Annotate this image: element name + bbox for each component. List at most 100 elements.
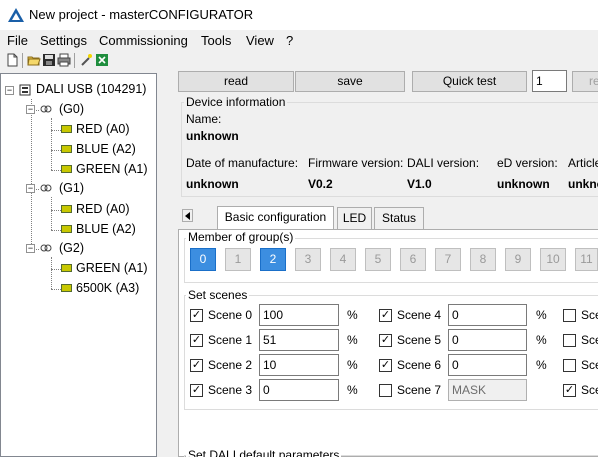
excel-icon[interactable] [95,53,109,67]
group-button-1[interactable]: 1 [225,248,251,271]
scene-10-checkbox[interactable] [563,359,576,372]
groups-legend: Member of group(s) [186,230,296,244]
collapse-toggle[interactable]: − [26,244,35,253]
scene-2-input[interactable]: 10 [259,354,339,376]
scene-3-input[interactable]: 0 [259,379,339,401]
read-button[interactable]: read [178,71,294,92]
group-button-0[interactable]: 0 [190,248,216,271]
tree-device-label[interactable]: GREEN (A1) [76,261,148,275]
quick-test-button[interactable]: Quick test [412,71,527,92]
scene-11-label: Sce [581,383,598,397]
tab-scroll-left[interactable] [182,209,193,222]
scene-4-input[interactable]: 0 [448,304,527,326]
save-disk-icon[interactable] [42,53,56,67]
tab-basic-configuration[interactable]: Basic configuration [217,206,334,230]
scene-5-input[interactable]: 0 [448,329,527,351]
scenes-legend: Set scenes [186,288,250,302]
scene-5-checkbox[interactable]: ✓ [379,334,392,347]
percent-unit: % [347,333,358,347]
group-button-9[interactable]: 9 [505,248,531,271]
dali-device-icon [61,225,72,233]
dali-defaults-legend: Set DALI default parameters [186,448,342,457]
dali-device-icon [61,125,72,133]
group-button-11[interactable]: 11 [575,248,598,271]
percent-unit: % [347,358,358,372]
dali-version-label: DALI version: [407,156,480,170]
dali-device-icon [61,145,72,153]
menu-view[interactable]: View [246,33,274,48]
group-button-8[interactable]: 8 [470,248,496,271]
tree-device-label[interactable]: GREEN (A1) [76,162,148,176]
name-value: unknown [186,129,239,143]
dali-version-value: V1.0 [407,177,432,191]
group-button-3[interactable]: 3 [295,248,321,271]
re-button[interactable]: re [572,71,598,92]
scene-8-checkbox[interactable] [563,309,576,322]
article-label: Article [568,156,598,170]
menu-file[interactable]: File [7,33,28,48]
count-input[interactable]: 1 [532,70,567,92]
tree-group-label[interactable]: (G0) [59,102,84,116]
arrow-left-icon [185,212,190,220]
collapse-toggle[interactable]: − [26,184,35,193]
new-file-icon[interactable] [5,53,19,67]
scene-3-label: Scene 3 [208,383,253,397]
scene-3-checkbox[interactable]: ✓ [190,384,203,397]
group-button-7[interactable]: 7 [435,248,461,271]
tree-group-label[interactable]: (G2) [59,241,84,255]
firmware-value: V0.2 [308,177,333,191]
scene-10-label: Sce [581,358,598,372]
scene-2-checkbox[interactable]: ✓ [190,359,203,372]
scene-0-checkbox[interactable]: ✓ [190,309,203,322]
scene-9-checkbox[interactable] [563,334,576,347]
group-button-4[interactable]: 4 [330,248,356,271]
scene-0-input[interactable]: 100 [259,304,339,326]
scene-6-label: Scene 6 [397,358,442,372]
scene-1-checkbox[interactable]: ✓ [190,334,203,347]
group-button-10[interactable]: 10 [540,248,566,271]
group-icon [40,105,52,113]
tree-device-label[interactable]: RED (A0) [76,122,129,136]
device-info-legend: Device information [184,95,288,109]
percent-unit: % [536,308,547,322]
save-button[interactable]: save [295,71,405,92]
scene-11-checkbox[interactable]: ✓ [563,384,576,397]
scene-1-label: Scene 1 [208,333,253,347]
scene-7-input[interactable]: MASK [448,379,527,401]
menu-tools[interactable]: Tools [201,33,231,48]
tab-led[interactable]: LED [337,207,372,229]
open-folder-icon[interactable] [27,53,41,67]
group-icon [40,184,52,192]
scene-7-checkbox[interactable] [379,384,392,397]
collapse-toggle[interactable]: − [5,86,14,95]
tab-status[interactable]: Status [374,207,424,229]
title-bar: New project - masterCONFIGURATOR [0,0,598,30]
scene-1-input[interactable]: 51 [259,329,339,351]
scene-6-input[interactable]: 0 [448,354,527,376]
ed-version-label: eD version: [497,156,558,170]
scene-2-label: Scene 2 [208,358,253,372]
scene-6-checkbox[interactable]: ✓ [379,359,392,372]
print-icon[interactable] [57,53,71,67]
tree-device-label[interactable]: BLUE (A2) [76,142,136,156]
wand-icon[interactable] [79,53,93,67]
name-label: Name: [186,112,222,126]
group-button-6[interactable]: 6 [400,248,426,271]
scene-4-checkbox[interactable]: ✓ [379,309,392,322]
scene-4-label: Scene 4 [397,308,442,322]
tree-group-label[interactable]: (G1) [59,181,84,195]
tree-device-label[interactable]: RED (A0) [76,202,129,216]
scene-0-label: Scene 0 [208,308,253,322]
group-button-2[interactable]: 2 [260,248,286,271]
tree-device-label[interactable]: BLUE (A2) [76,222,136,236]
device-tree[interactable]: − DALI USB (104291) − (G0) RED (A0) BLUE… [0,73,157,457]
menu-help[interactable]: ? [286,33,293,48]
scene-8-label: Sce [581,308,598,322]
group-button-5[interactable]: 5 [365,248,391,271]
collapse-toggle[interactable]: − [26,105,35,114]
tree-device-label[interactable]: 6500K (A3) [76,281,139,295]
menu-settings[interactable]: Settings [40,33,87,48]
date-label: Date of manufacture: [186,156,299,170]
tree-root-label[interactable]: DALI USB (104291) [36,82,146,96]
menu-commissioning[interactable]: Commissioning [99,33,188,48]
